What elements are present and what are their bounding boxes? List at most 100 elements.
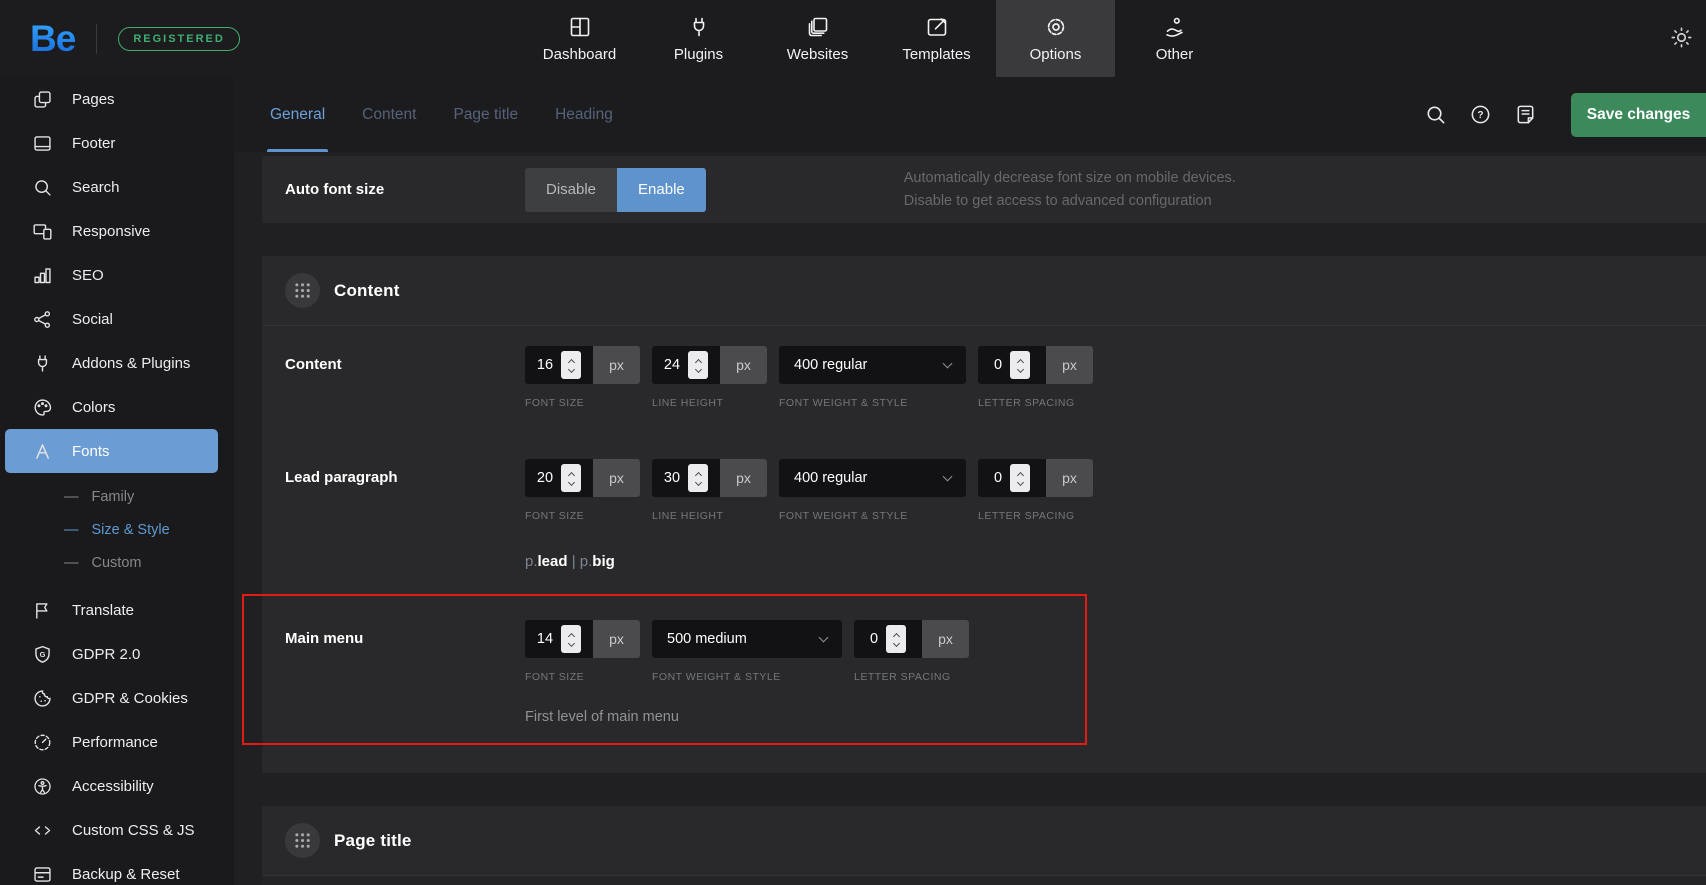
help-icon[interactable]: ?	[1469, 103, 1492, 126]
font-weight-select[interactable]: 500 medium	[652, 620, 842, 658]
setting-label: Auto font size	[285, 181, 525, 198]
templates-icon	[925, 15, 949, 39]
sidebar-item-colors[interactable]: Colors	[0, 385, 234, 429]
sidebar-subitem-family[interactable]: — Family	[0, 480, 234, 513]
sidebar-item-search[interactable]: Search	[0, 165, 234, 209]
nav-item-dashboard[interactable]: Dashboard	[520, 0, 639, 77]
svg-text:?: ?	[1477, 110, 1483, 121]
stepper-control[interactable]	[561, 464, 581, 492]
input-value: 0	[870, 631, 878, 647]
sidebar-item-footer[interactable]: Footer	[0, 121, 234, 165]
sidebar-item-translate[interactable]: Translate	[0, 588, 234, 632]
field-caption: LETTER SPACING	[978, 397, 1093, 409]
sidebar-item-label: Translate	[72, 602, 134, 619]
setting-description: First level of main menu	[525, 709, 969, 725]
topbar: Be REGISTERED Dashboard Plugins Websites	[0, 0, 1706, 77]
input-value: 0	[994, 357, 1002, 373]
enable-option[interactable]: Enable	[617, 168, 706, 212]
registered-badge: REGISTERED	[118, 27, 240, 51]
stepper-control[interactable]	[688, 464, 708, 492]
sidebar-item-performance[interactable]: Performance	[0, 720, 234, 764]
nav-item-options[interactable]: Options	[996, 0, 1115, 77]
font-size-input[interactable]: 16	[525, 346, 593, 384]
line-height-input[interactable]: 24	[652, 346, 720, 384]
drag-handle[interactable]	[285, 273, 320, 308]
dashboard-icon	[568, 15, 592, 39]
chevron-down-icon	[943, 472, 953, 482]
select-value: 500 medium	[667, 631, 747, 647]
sidebar-item-custom-css-js[interactable]: Custom CSS & JS	[0, 808, 234, 852]
letter-spacing-input[interactable]: 0	[978, 346, 1046, 384]
letter-spacing-input[interactable]: 0	[978, 459, 1046, 497]
sidebar-subitem-custom[interactable]: — Custom	[0, 546, 234, 579]
tab-content[interactable]: Content	[362, 77, 416, 152]
stepper-control[interactable]	[1010, 351, 1030, 379]
flag-icon	[32, 600, 53, 621]
font-size-input[interactable]: 20	[525, 459, 593, 497]
sidebar-item-label: Custom CSS & JS	[72, 822, 195, 839]
input-value: 24	[664, 357, 680, 373]
stepper-control[interactable]	[688, 351, 708, 379]
drag-dots-icon	[294, 832, 311, 849]
field-caption: LETTER SPACING	[978, 510, 1093, 522]
field-caption: LINE HEIGHT	[652, 397, 767, 409]
sidebar-item-pages[interactable]: Pages	[0, 77, 234, 121]
font-weight-select[interactable]: 400 regular	[779, 346, 966, 384]
tab-general[interactable]: General	[270, 77, 325, 152]
sidebar-item-label: Backup & Reset	[72, 866, 180, 883]
sidebar-item-responsive[interactable]: Responsive	[0, 209, 234, 253]
sidebar-item-label: Responsive	[72, 223, 150, 240]
sidebar-item-label: Pages	[72, 91, 115, 108]
nav-item-websites[interactable]: Websites	[758, 0, 877, 77]
sidebar-item-label: Social	[72, 311, 113, 328]
stepper-control[interactable]	[886, 625, 906, 653]
unit-label: px	[720, 346, 767, 384]
stepper-control[interactable]	[1010, 464, 1030, 492]
sidebar: Pages Footer Search Responsive SEO Socia…	[0, 77, 234, 885]
font-size-input[interactable]: 14	[525, 620, 593, 658]
sidebar-item-label: GDPR 2.0	[72, 646, 140, 663]
letter-spacing-input[interactable]: 0	[854, 620, 922, 658]
stepper-control[interactable]	[561, 625, 581, 653]
sidebar-item-label: Search	[72, 179, 120, 196]
selector-name: lead	[538, 553, 568, 570]
dash-glyph: —	[64, 522, 79, 538]
sidebar-item-social[interactable]: Social	[0, 297, 234, 341]
save-changes-button[interactable]: Save changes	[1571, 93, 1706, 137]
sidebar-item-label: Performance	[72, 734, 158, 751]
sidebar-item-backup-reset[interactable]: Backup & Reset	[0, 852, 234, 885]
unit-label: px	[593, 346, 640, 384]
sidebar-subitem-size-style[interactable]: — Size & Style	[0, 513, 234, 546]
notes-icon[interactable]	[1514, 103, 1537, 126]
sidebar-item-gdpr2[interactable]: G GDPR 2.0	[0, 632, 234, 676]
tab-heading[interactable]: Heading	[555, 77, 613, 152]
main-menu-row: Main menu 14 px FONT SIZE	[262, 594, 1706, 745]
font-icon	[32, 441, 53, 462]
stepper-control[interactable]	[561, 351, 581, 379]
disable-option[interactable]: Disable	[525, 168, 617, 212]
tab-page-title[interactable]: Page title	[453, 77, 518, 152]
search-icon	[32, 177, 53, 198]
sidebar-item-fonts[interactable]: Fonts	[5, 429, 218, 473]
accessibility-icon	[32, 776, 53, 797]
nav-item-plugins[interactable]: Plugins	[639, 0, 758, 77]
nav-item-templates[interactable]: Templates	[877, 0, 996, 77]
content-row: Content 16 px FONT SIZE	[262, 326, 1706, 445]
sidebar-item-accessibility[interactable]: Accessibility	[0, 764, 234, 808]
brand-divider	[96, 24, 97, 54]
search-icon[interactable]	[1424, 103, 1447, 126]
sun-icon[interactable]	[1669, 25, 1694, 50]
drag-handle[interactable]	[285, 823, 320, 858]
sidebar-item-addons-plugins[interactable]: Addons & Plugins	[0, 341, 234, 385]
select-value: 400 regular	[794, 357, 867, 373]
line-height-input[interactable]: 30	[652, 459, 720, 497]
font-size-field: 14 px FONT SIZE	[525, 620, 640, 683]
fonts-submenu: — Family — Size & Style — Custom	[0, 480, 234, 579]
description-line: Automatically decrease font size on mobi…	[904, 167, 1236, 190]
font-weight-select[interactable]: 400 regular	[779, 459, 966, 497]
sidebar-item-gdpr-cookies[interactable]: GDPR & Cookies	[0, 676, 234, 720]
betheme-logo[interactable]: Be	[30, 18, 75, 60]
field-caption: FONT SIZE	[525, 510, 640, 522]
nav-item-other[interactable]: Other	[1115, 0, 1234, 77]
sidebar-item-seo[interactable]: SEO	[0, 253, 234, 297]
